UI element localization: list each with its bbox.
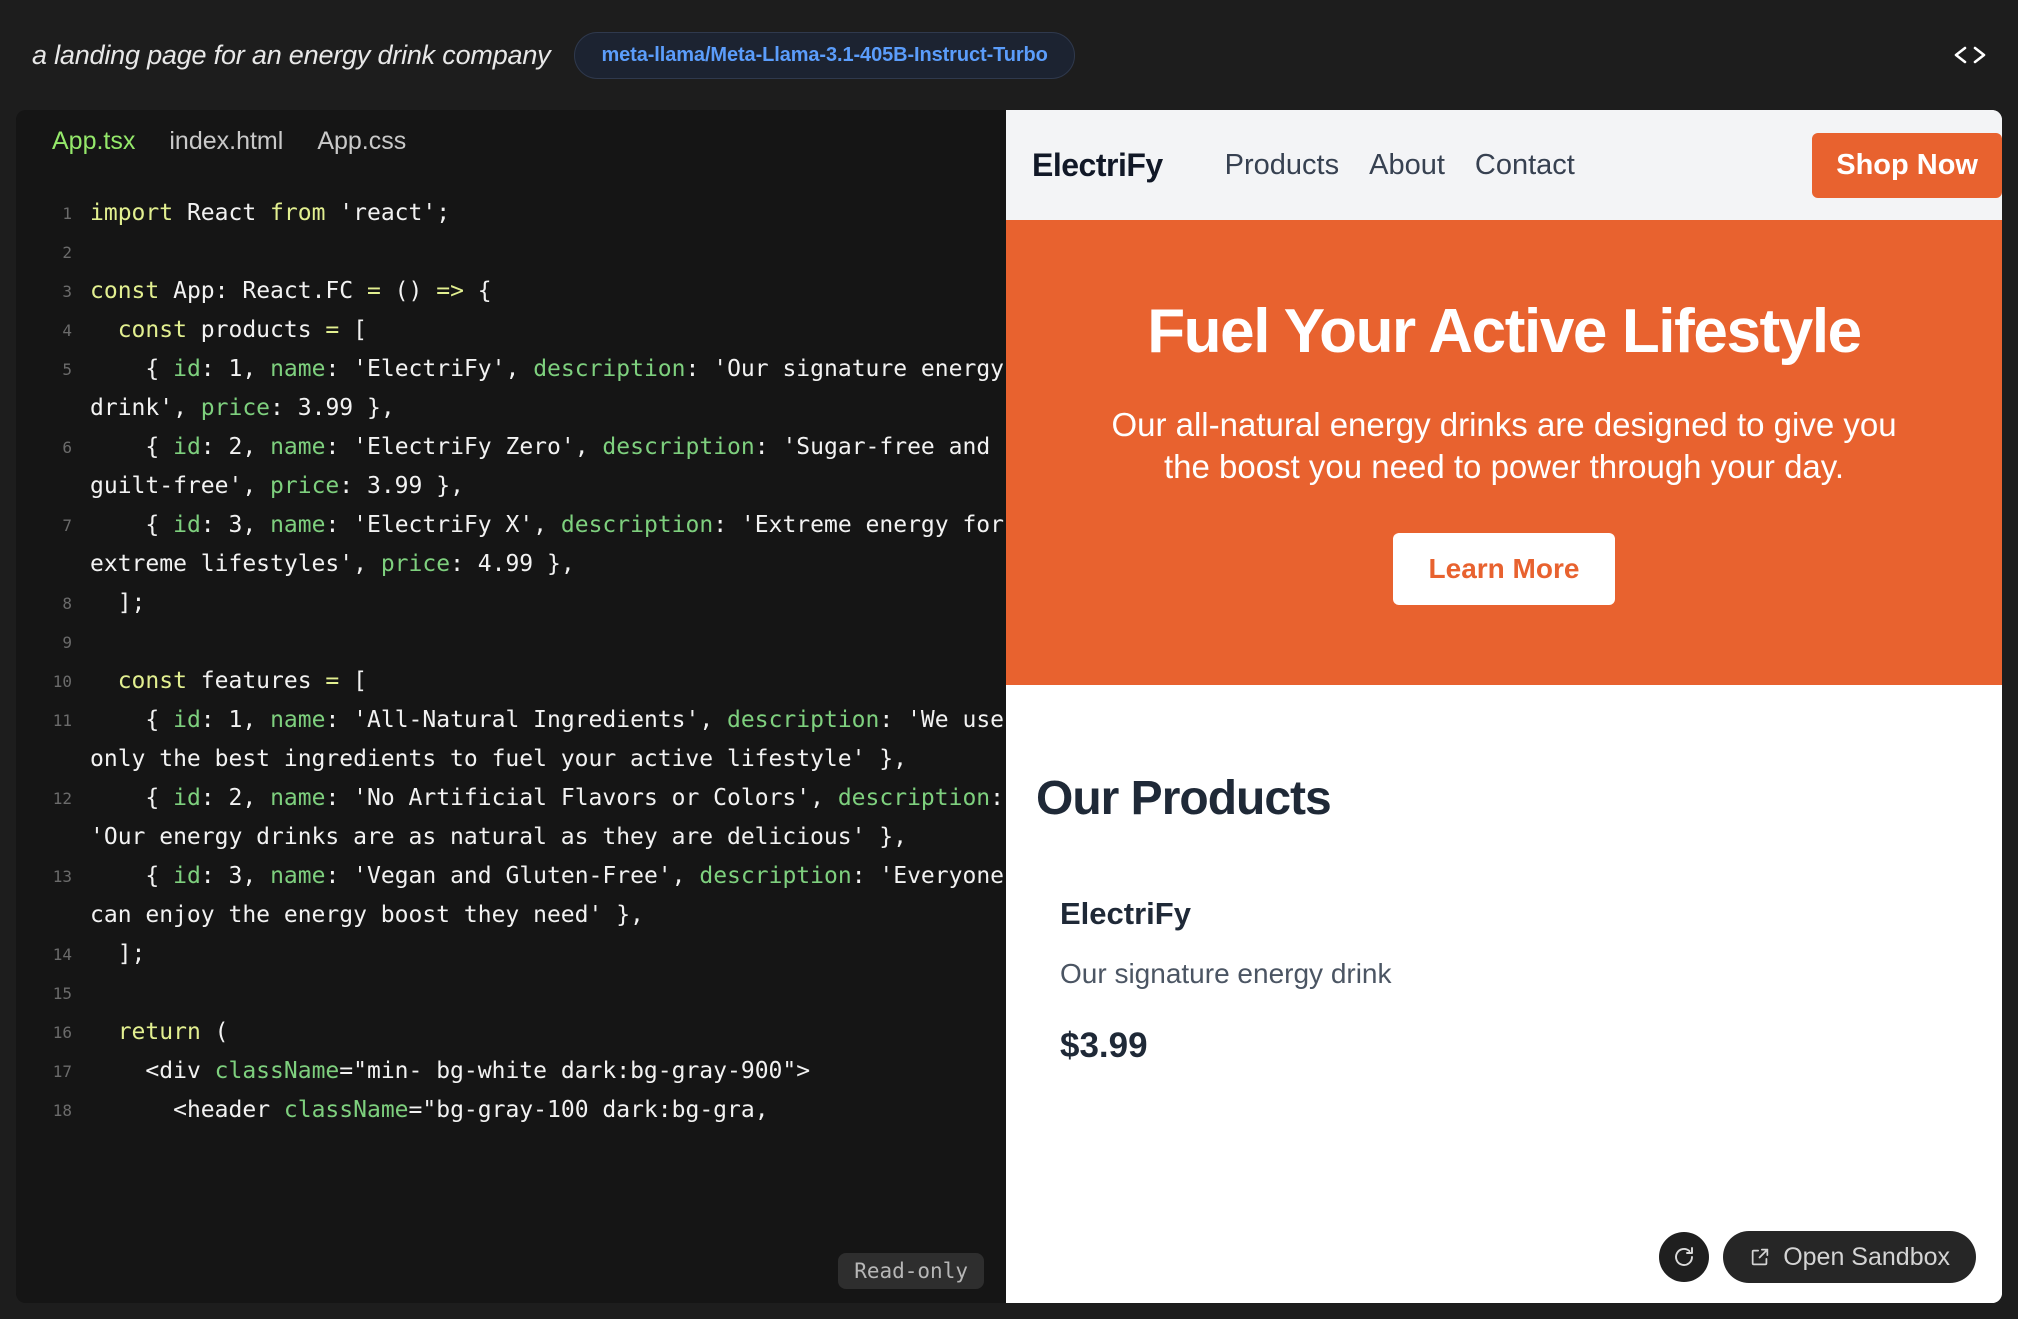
nav-link-contact[interactable]: Contact [1475, 149, 1575, 182]
code-line: 7 { id: 3, name: 'ElectriFy X', descript… [16, 506, 1006, 584]
product-name: ElectriFy [1060, 895, 1191, 931]
shop-now-button[interactable]: Shop Now [1812, 132, 2002, 198]
line-number: 2 [62, 243, 72, 262]
code-line-text: <div className="min- bg-white dark:bg-gr… [90, 1058, 811, 1084]
line-number: 12 [52, 789, 72, 808]
line-number: 14 [52, 945, 72, 964]
app-topbar: a landing page for an energy drink compa… [0, 0, 2018, 110]
code-brackets-icon[interactable] [1946, 31, 1994, 79]
code-line-text: { id: 2, name: 'ElectriFy Zero', descrip… [90, 434, 1005, 499]
code-line: 15 [16, 974, 1006, 1013]
site-brand: ElectriFy [1032, 146, 1163, 183]
code-line: 16 return ( [16, 1013, 1006, 1052]
code-line-text: { id: 3, name: 'Vegan and Gluten-Free', … [90, 863, 1005, 928]
workspace-split: App.tsx index.html App.css 1 import React… [0, 110, 2018, 1319]
code-line: 3 const App: React.FC = () => { [16, 272, 1006, 311]
open-sandbox-label: Open Sandbox [1783, 1242, 1950, 1271]
code-line: 10 const features = [ [16, 662, 1006, 701]
code-line-text: const features = [ [117, 668, 367, 694]
readonly-badge: Read-only [838, 1253, 984, 1289]
line-number: 16 [52, 1023, 72, 1042]
code-line-text: const products = [ [117, 317, 367, 343]
code-line: 18 <header className="bg-gray-100 dark:b… [16, 1091, 1006, 1130]
line-number: 10 [52, 672, 72, 691]
nav-link-products[interactable]: Products [1225, 149, 1339, 182]
code-line-text: <header className="bg-gray-100 dark:bg-g… [90, 1097, 769, 1123]
code-line-text: { id: 2, name: 'No Artificial Flavors or… [90, 785, 1005, 850]
line-number: 1 [62, 204, 72, 223]
code-line: 1 import React from 'react'; [16, 194, 1006, 233]
code-line-text: { id: 1, name: 'ElectriFy', description:… [90, 356, 1005, 421]
tab-app-css[interactable]: App.css [317, 127, 406, 156]
line-number: 3 [62, 282, 72, 301]
code-line-text: { id: 1, name: 'All-Natural Ingredients'… [90, 707, 1005, 772]
site-nav: Products About Contact [1225, 149, 1575, 182]
learn-more-button[interactable]: Learn More [1392, 532, 1616, 605]
line-number: 5 [62, 360, 72, 379]
hero-heading: Fuel Your Active Lifestyle [1147, 297, 1862, 366]
code-line: 4 const products = [ [16, 311, 1006, 350]
preview-action-bar: Open Sandbox [1659, 1231, 1976, 1283]
line-number: 9 [62, 633, 72, 652]
external-link-icon [1749, 1246, 1771, 1268]
code-line: 11 { id: 1, name: 'All-Natural Ingredien… [16, 701, 1006, 779]
open-sandbox-button[interactable]: Open Sandbox [1723, 1231, 1976, 1283]
refresh-icon[interactable] [1659, 1232, 1710, 1282]
code-line: 12 { id: 2, name: 'No Artificial Flavors… [16, 779, 1006, 857]
code-line: 6 { id: 2, name: 'ElectriFy Zero', descr… [16, 428, 1006, 506]
preview-pane: ElectriFy Products About Contact Shop No… [1006, 110, 2002, 1303]
site-header: ElectriFy Products About Contact Shop No… [1006, 110, 2002, 220]
code-line: 5 { id: 1, name: 'ElectriFy', descriptio… [16, 350, 1006, 428]
tab-index-html[interactable]: index.html [169, 127, 283, 156]
code-content[interactable]: 1 import React from 'react'; 2 3 const App: … [16, 172, 1006, 1303]
code-line: 8 ]; [16, 584, 1006, 623]
code-line: 9 [16, 623, 1006, 662]
nav-link-about[interactable]: About [1369, 149, 1445, 182]
line-number: 18 [52, 1101, 72, 1120]
code-line-text: { id: 3, name: 'ElectriFy X', descriptio… [90, 512, 1005, 577]
line-number: 17 [52, 1062, 72, 1081]
code-line-text: ]; [90, 941, 146, 967]
line-number: 6 [62, 438, 72, 457]
page-title: a landing page for an energy drink compa… [32, 39, 551, 70]
hero-subheading: Our all-natural energy drinks are design… [1111, 406, 1897, 486]
code-line-text: const App: React.FC = () => { [90, 278, 492, 304]
line-number: 8 [62, 594, 72, 613]
line-number: 11 [52, 711, 72, 730]
model-badge[interactable]: meta-llama/Meta-Llama-3.1-405B-Instruct-… [574, 31, 1075, 79]
code-editor-pane: App.tsx index.html App.css 1 import React… [16, 110, 1006, 1303]
line-number: 13 [52, 867, 72, 886]
code-line-text: ]; [90, 590, 146, 616]
product-description: Our signature energy drink [1060, 957, 1392, 989]
product-card[interactable]: ElectriFy Our signature energy drink $3.… [1036, 896, 1972, 1066]
line-number: 7 [62, 516, 72, 535]
hero-section: Fuel Your Active Lifestyle Our all-natur… [1006, 220, 2002, 685]
editor-tabbar: App.tsx index.html App.css [16, 110, 1006, 172]
tab-app-tsx[interactable]: App.tsx [52, 127, 135, 156]
code-line: 2 [16, 233, 1006, 272]
products-title: Our Products [1036, 771, 1332, 825]
code-line: 17 <div className="min- bg-white dark:bg… [16, 1052, 1006, 1091]
code-line-text: import React from 'react'; [90, 200, 451, 226]
line-number: 4 [62, 321, 72, 340]
code-line-text: return ( [117, 1019, 229, 1045]
code-line: 14 ]; [16, 935, 1006, 974]
code-line: 13 { id: 3, name: 'Vegan and Gluten-Free… [16, 857, 1006, 935]
product-price: $3.99 [1060, 1025, 1148, 1065]
line-number: 15 [52, 984, 72, 1003]
products-section: Our Products ElectriFy Our signature ene… [1006, 684, 2002, 1303]
